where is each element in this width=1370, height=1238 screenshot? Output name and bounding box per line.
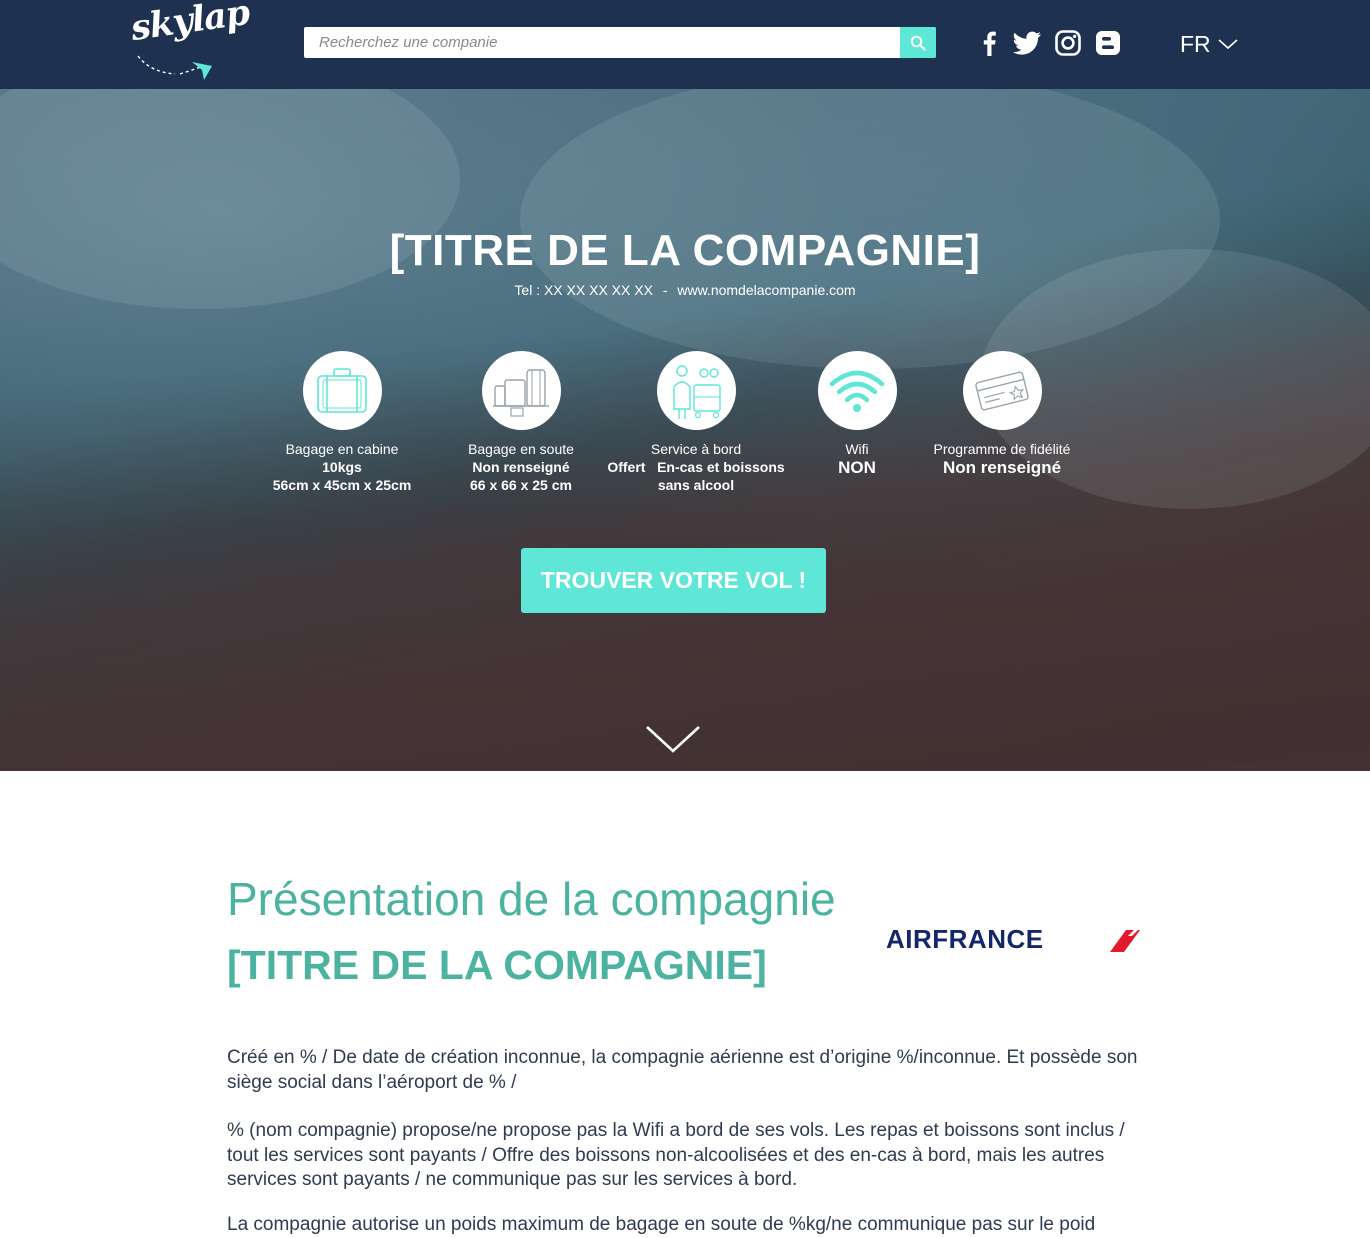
paragraph-creation: Créé en % / De date de création inconnue… [227,1047,1138,1093]
feature-loyalty-program: Programme de fidélité Non renseigné [902,351,1102,478]
logo-plane-icon [137,55,212,80]
onboard-service-icon [673,364,721,419]
feature-icon-circle [817,351,897,430]
presentation-title: Présentation de la compagnie [227,873,836,925]
feature-label: Bagage en soute [468,441,574,457]
feature-icon-circle [962,351,1042,430]
presentation-company-title: [TITRE DE LA COMPAGNIE] [227,942,767,988]
hero-banner: [TITRE DE LA COMPAGNIE] Tel : XX XX XX X… [0,89,1370,771]
twitter-icon [1012,31,1041,55]
cabin-luggage-icon [317,367,367,413]
search-input[interactable] [304,27,900,58]
feature-icon-circle [656,351,736,430]
feature-cabin-baggage: Bagage en cabine 10kgs 56cm x 45cm x 25c… [242,351,442,494]
feature-icon-circle [302,351,382,430]
wifi-icon [829,370,885,412]
feature-checked-baggage: Bagage en soute Non renseigné 66 x 66 x … [421,351,621,494]
find-flight-button[interactable]: TROUVER VOTRE VOL ! [521,548,826,613]
paragraph-baggage: La compagnie autorise un poids maximum d… [227,1214,1096,1235]
company-contact: Tel : XX XX XX XX XX - www.nomdelacompan… [0,282,1370,298]
airline-logo-text: AIRFRANCE [886,924,1044,954]
company-search [304,27,936,58]
chevron-down-icon [646,726,700,753]
hero-background-foam [0,89,460,309]
feature-icon-circle [481,351,561,430]
company-title: [TITRE DE LA COMPAGNIE] [389,226,981,275]
company-website[interactable]: www.nomdelacompanie.com [677,282,855,298]
twitter-link[interactable] [1010,28,1044,58]
feature-value: 66 x 66 x 25 cm [470,477,572,493]
checked-luggage-icon [493,368,549,417]
feature-label: Bagage en cabine [285,441,399,457]
airfrance-swoosh-icon [1110,928,1140,952]
instagram-link[interactable] [1053,28,1083,58]
search-icon [910,35,926,51]
feature-value: Non renseigné [472,459,570,475]
instagram-icon [1055,30,1081,56]
top-nav-bar: skylap Recherchez une companie FR [0,0,1370,89]
search-button[interactable] [900,27,936,58]
paragraph-services: % (nom compagnie) propose/ne propose pas… [227,1120,1125,1190]
feature-value: sans alcool [657,477,735,493]
facebook-link[interactable] [974,28,1004,58]
chevron-down-icon [1218,39,1238,50]
scroll-down-button[interactable] [645,724,701,754]
airline-logo: AIRFRANCE [886,924,1146,956]
feature-value: Non renseigné [942,458,1062,477]
feature-value: 56cm x 45cm x 25cm [272,477,412,493]
feature-label: Programme de fidélité [933,441,1071,457]
feature-value: 10kgs [322,459,362,475]
skylap-logo[interactable]: skylap [128,0,252,84]
language-selector[interactable]: FR [1180,30,1238,58]
blogger-link[interactable] [1093,28,1123,58]
contact-separator: - [662,282,668,298]
language-label: FR [1180,30,1211,57]
loyalty-card-icon [975,371,1029,410]
facebook-icon [983,31,996,56]
company-phone: Tel : XX XX XX XX XX [514,282,653,298]
blogger-icon [1096,31,1120,55]
